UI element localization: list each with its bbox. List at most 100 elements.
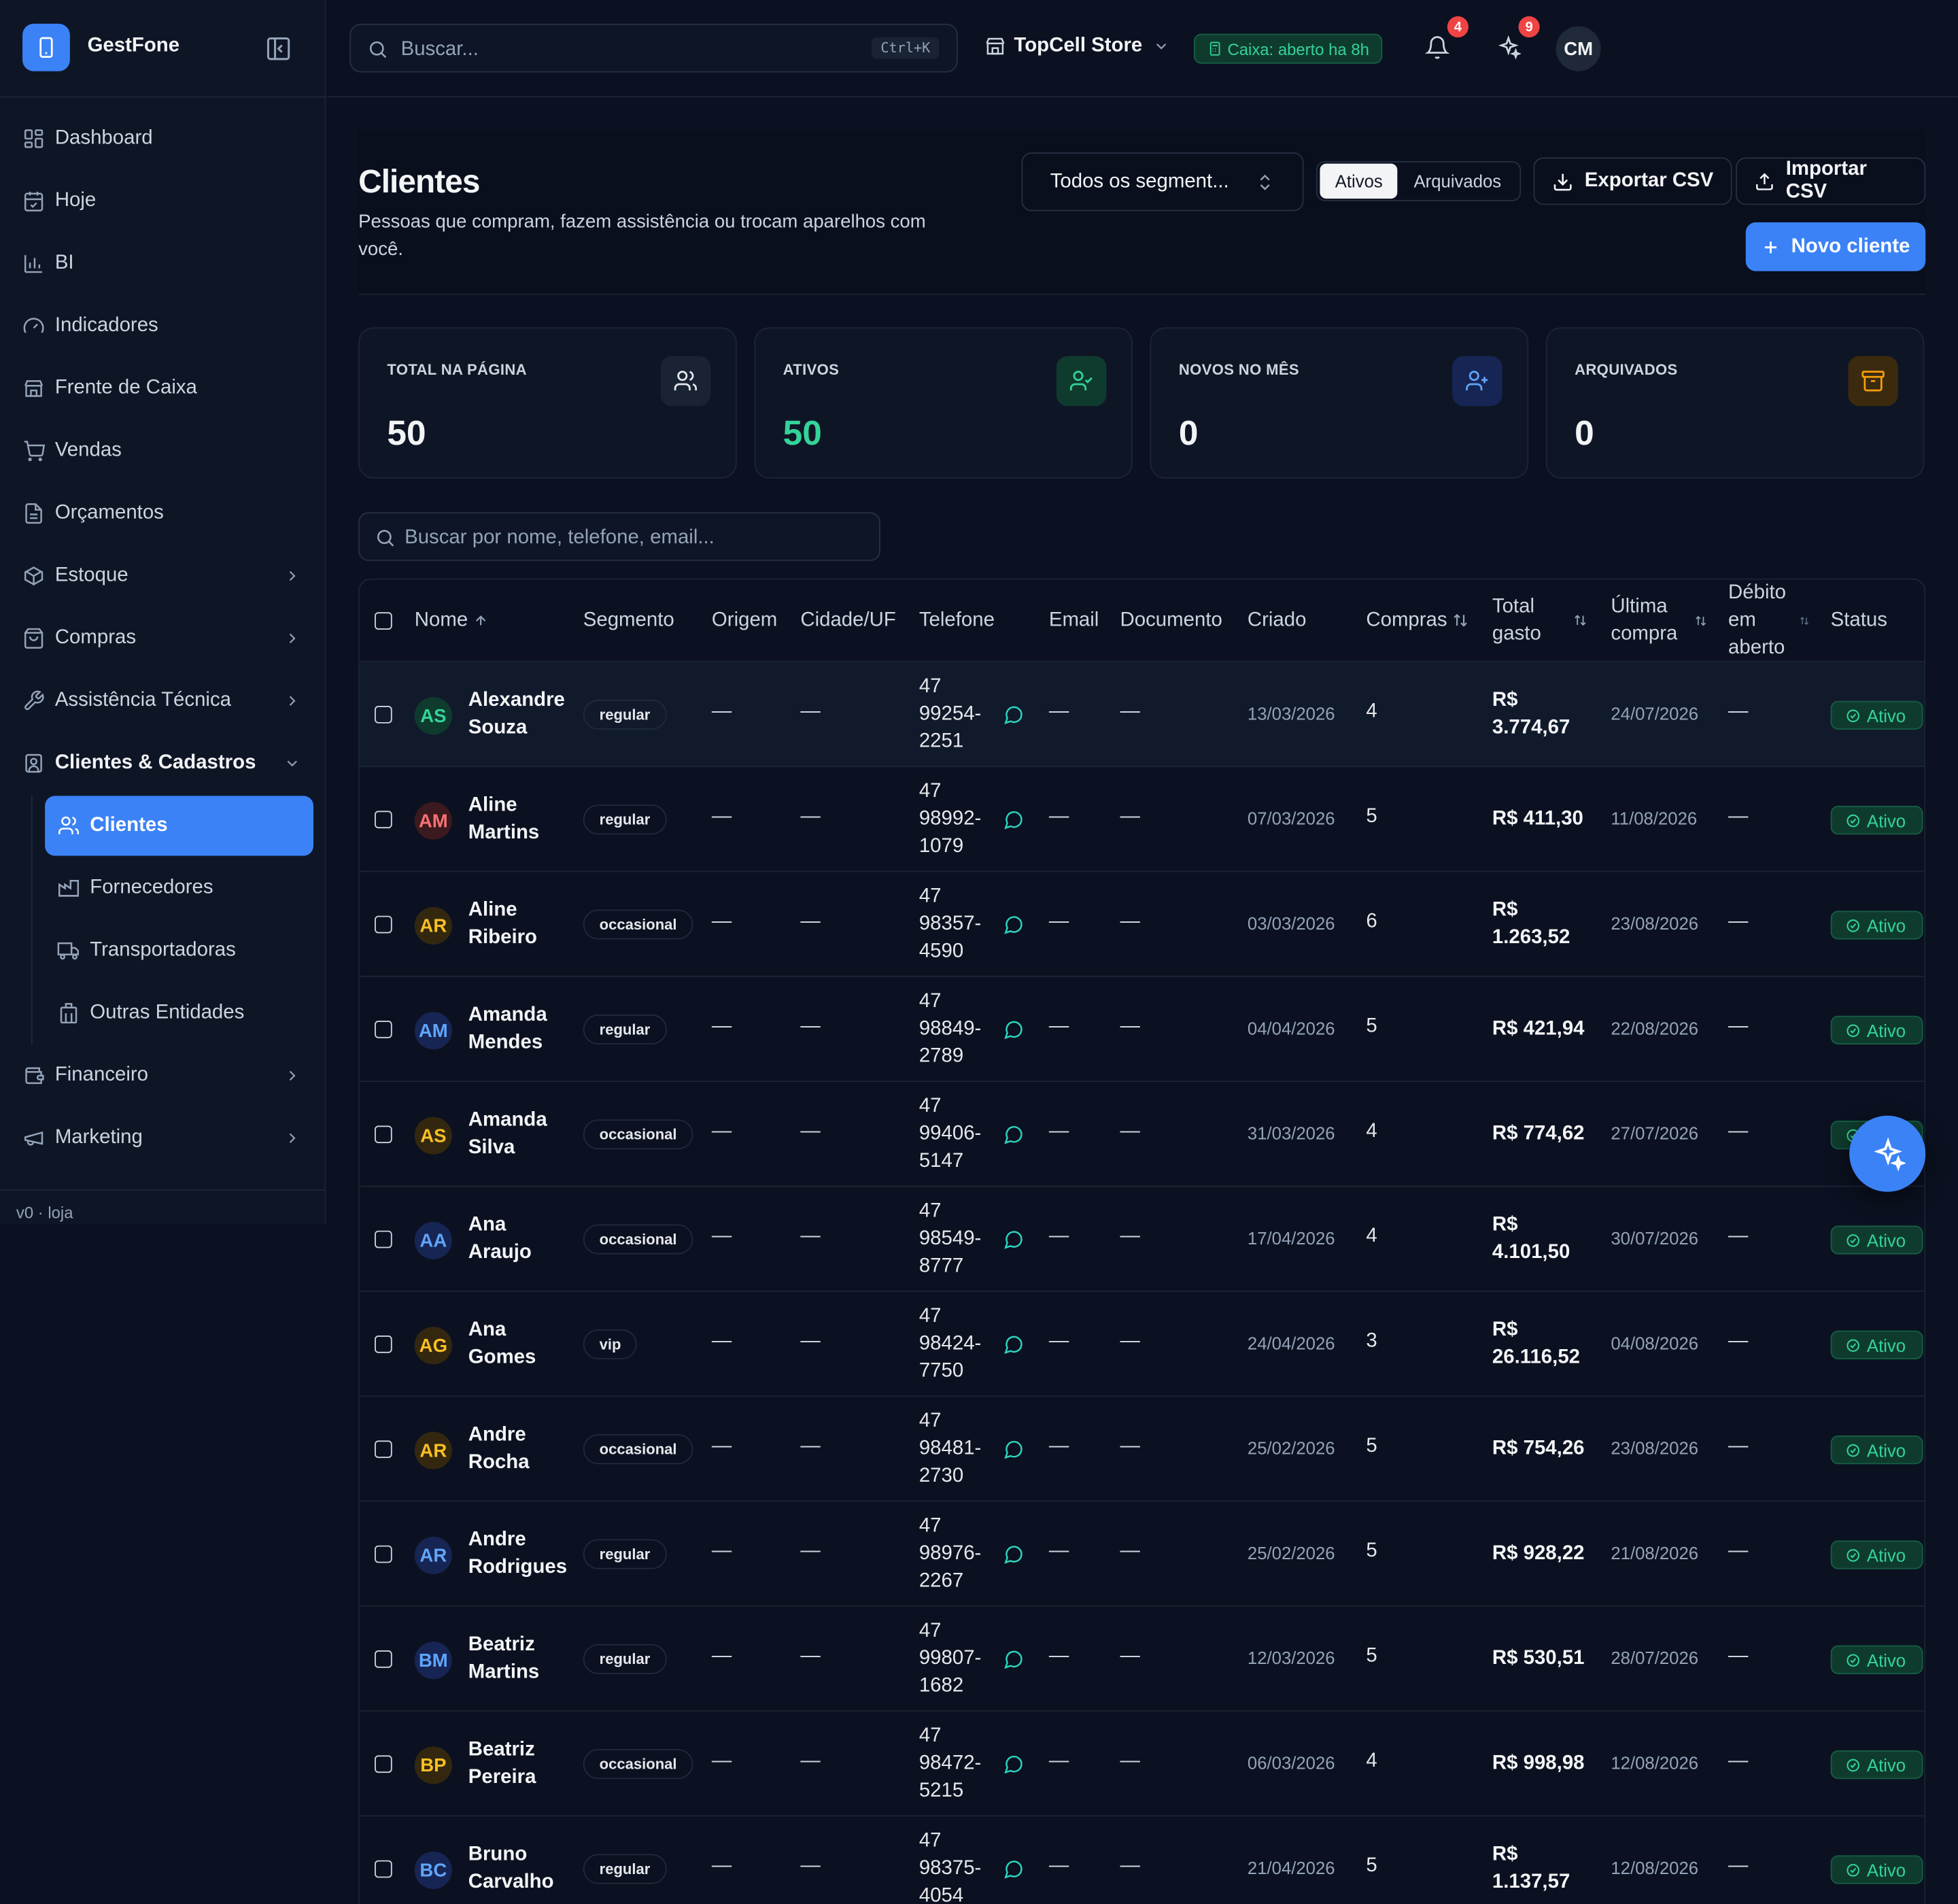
export-csv-button[interactable]: Exportar CSV <box>1533 157 1732 205</box>
sidebar-item-marketing[interactable]: Marketing <box>0 1107 326 1170</box>
row-checkbox[interactable] <box>375 706 392 724</box>
sidebar-item-hoje[interactable]: Hoje <box>0 170 326 233</box>
row-checkbox[interactable] <box>375 1125 392 1144</box>
whatsapp-icon[interactable] <box>1004 1125 1024 1144</box>
whatsapp-icon[interactable] <box>1004 915 1024 934</box>
ai-count-badge: 9 <box>1518 16 1540 38</box>
toggle-archived[interactable]: Arquivados <box>1398 164 1517 199</box>
sidebar-subitem-fornecedores[interactable]: Fornecedores <box>33 857 326 919</box>
sidebar-item-dashboard[interactable]: Dashboard <box>0 107 326 170</box>
whatsapp-icon[interactable] <box>1004 1229 1024 1249</box>
col-status[interactable]: Status <box>1831 607 1887 634</box>
col-nome[interactable]: Nome <box>415 607 488 634</box>
client-name[interactable]: Beatriz Martins <box>468 1631 568 1686</box>
ai-fab-button[interactable] <box>1849 1115 1926 1192</box>
row-checkbox[interactable] <box>375 1230 392 1248</box>
app-logo[interactable] <box>22 23 70 71</box>
toggle-active[interactable]: Ativos <box>1320 163 1398 199</box>
table-row[interactable]: AS Alexandre Souza regular — — 47 99254- 2251 — — 1… <box>359 662 1925 768</box>
cash-register-status[interactable]: Caixa: aberto ha 8h <box>1193 33 1384 64</box>
row-checkbox[interactable] <box>375 1336 392 1353</box>
client-name[interactable]: Amanda Mendes <box>468 1002 568 1057</box>
row-checkbox[interactable] <box>375 915 392 934</box>
whatsapp-icon[interactable] <box>1004 1649 1024 1669</box>
sidebar-item-compras[interactable]: Compras <box>0 607 326 670</box>
col-debito[interactable]: Débito em aberto <box>1728 579 1786 662</box>
ai-assistant-button[interactable] <box>1496 35 1522 60</box>
table-row[interactable]: AM Aline Martins regular — — 47 98992- 1079 — — 07/… <box>359 767 1925 872</box>
col-documento[interactable]: Documento <box>1120 607 1222 634</box>
segment-select[interactable]: Todos os segment... <box>1021 152 1304 211</box>
table-row[interactable]: AG Ana Gomes vip — — 47 98424- 7750 — — 24/04/2026 3… <box>359 1292 1925 1397</box>
client-name[interactable]: Ana Araujo <box>468 1212 568 1267</box>
table-row[interactable]: AR Andre Rodrigues regular — — 47 98976- 2267 — — 2… <box>359 1501 1925 1607</box>
client-name[interactable]: Ana Gomes <box>468 1316 568 1372</box>
client-name[interactable]: Bruno Carvalho <box>468 1841 568 1897</box>
sort-icon[interactable] <box>1573 613 1587 627</box>
col-ultima-compra[interactable]: Última compra <box>1611 594 1677 649</box>
client-name[interactable]: Andre Rocha <box>468 1422 568 1477</box>
sidebar-item-vendas[interactable]: Vendas <box>0 420 326 482</box>
sidebar-subitem-clientes[interactable]: Clientes <box>45 796 314 856</box>
sidebar-subitem-outras-entidades[interactable]: Outras Entidades <box>33 982 326 1044</box>
client-name[interactable]: Alexandre Souza <box>468 687 568 742</box>
row-checkbox[interactable] <box>375 1440 392 1459</box>
col-compras[interactable]: Compras <box>1366 607 1468 634</box>
col-cidade[interactable]: Cidade/UF <box>800 607 895 634</box>
client-name[interactable]: Aline Martins <box>468 792 568 847</box>
table-row[interactable]: AA Ana Araujo occasional — — 47 98549- 8777 — — 17/… <box>359 1187 1925 1292</box>
whatsapp-icon[interactable] <box>1004 704 1024 725</box>
sidebar-item-bi[interactable]: BI <box>0 233 326 295</box>
whatsapp-icon[interactable] <box>1004 1544 1024 1564</box>
import-csv-button[interactable]: Importar CSV <box>1736 157 1926 205</box>
client-name[interactable]: Beatriz Pereira <box>468 1737 568 1792</box>
table-row[interactable]: BP Beatriz Pereira occasional — — 47 98472- 5215… <box>359 1712 1925 1817</box>
whatsapp-icon[interactable] <box>1004 810 1024 830</box>
sidebar-item-orcamentos[interactable]: Orçamentos <box>0 482 326 545</box>
sidebar-item-indicadores[interactable]: Indicadores <box>0 295 326 358</box>
col-segmento[interactable]: Segmento <box>583 607 674 634</box>
global-search-input[interactable]: Buscar... Ctrl+K <box>349 23 958 73</box>
client-name[interactable]: Andre Rodrigues <box>468 1527 568 1582</box>
sort-icon[interactable] <box>1694 615 1706 627</box>
whatsapp-icon[interactable] <box>1004 1440 1024 1459</box>
new-client-button[interactable]: Novo cliente <box>1745 222 1926 271</box>
whatsapp-icon[interactable] <box>1004 1859 1024 1879</box>
whatsapp-icon[interactable] <box>1004 1019 1024 1040</box>
sidebar-item-clientes-cadastros[interactable]: Clientes & Cadastros <box>0 732 326 795</box>
col-telefone[interactable]: Telefone <box>919 607 995 634</box>
sidebar-item-frente-de-caixa[interactable]: Frente de Caixa <box>0 357 326 420</box>
sort-icon[interactable] <box>1800 616 1810 626</box>
notifications-button[interactable] <box>1424 35 1450 60</box>
table-row[interactable]: BC Bruno Carvalho regular — — 47 98375- 4054 — — 21… <box>360 1816 1924 1904</box>
row-checkbox[interactable] <box>375 1650 392 1668</box>
store-selector[interactable]: TopCell Store <box>984 35 1169 57</box>
table-row[interactable]: AR Aline Ribeiro occasional — — 47 98357- 4590 — —… <box>359 872 1925 977</box>
col-criado[interactable]: Criado <box>1248 607 1307 634</box>
col-origem[interactable]: Origem <box>712 607 777 634</box>
table-row[interactable]: AM Amanda Mendes regular — — 47 98849- 2789 — — 04/… <box>359 977 1925 1083</box>
client-name[interactable]: Aline Ribeiro <box>468 897 568 952</box>
last-purchase-date: 28/07/2026 <box>1611 1648 1699 1668</box>
row-checkbox[interactable] <box>375 1021 392 1038</box>
sidebar-item-assistencia-tecnica[interactable]: Assistência Técnica <box>0 670 326 732</box>
col-total-gasto[interactable]: Total gasto <box>1492 594 1541 649</box>
row-checkbox[interactable] <box>375 1755 392 1773</box>
whatsapp-icon[interactable] <box>1004 1334 1024 1355</box>
table-row[interactable]: AS Amanda Silva occasional — — 47 99406- 5147 — — 3… <box>359 1082 1925 1187</box>
sidebar-collapse-button[interactable] <box>264 35 292 62</box>
client-name[interactable]: Amanda Silva <box>468 1107 568 1162</box>
row-checkbox[interactable] <box>375 811 392 829</box>
client-search-input[interactable]: Buscar por nome, telefone, email... <box>358 512 880 561</box>
sidebar-subitem-transportadoras[interactable]: Transportadoras <box>33 919 326 982</box>
table-row[interactable]: AR Andre Rocha occasional — — 47 98481- 2730 — — 25… <box>359 1397 1925 1502</box>
col-email[interactable]: Email <box>1049 607 1099 634</box>
table-row[interactable]: BM Beatriz Martins regular — — 47 99807- 1682 — — 1… <box>359 1607 1925 1712</box>
sidebar-item-financeiro[interactable]: Financeiro <box>0 1044 326 1107</box>
select-all-checkbox[interactable] <box>375 612 392 630</box>
user-avatar[interactable]: CM <box>1556 26 1601 71</box>
row-checkbox[interactable] <box>375 1860 392 1878</box>
whatsapp-icon[interactable] <box>1004 1754 1024 1774</box>
row-checkbox[interactable] <box>375 1545 392 1563</box>
sidebar-item-estoque[interactable]: Estoque <box>0 545 326 607</box>
